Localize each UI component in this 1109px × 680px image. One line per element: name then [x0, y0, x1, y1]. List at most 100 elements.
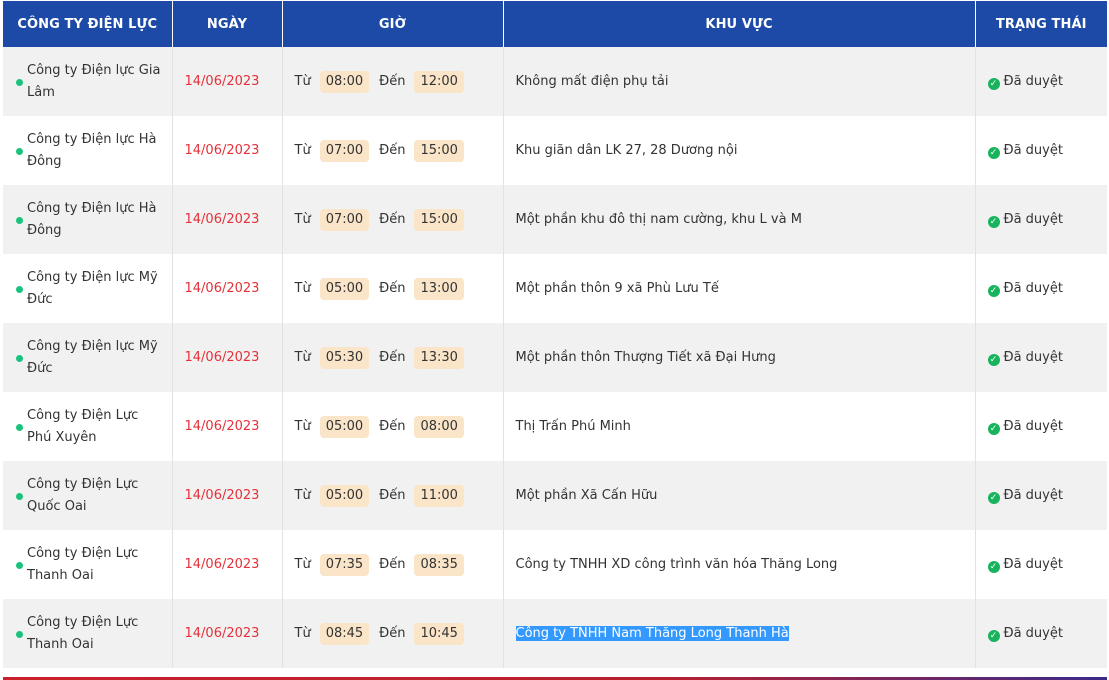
date-cell: 14/06/2023: [171, 47, 283, 116]
start-time-badge: 07:00: [319, 208, 370, 231]
status-label: Đã duyệt: [1003, 73, 1063, 89]
to-label: Đến: [379, 625, 406, 641]
table-row: Công ty Điện Lực Phú Xuyên 14/06/2023 Từ 05…: [3, 392, 1107, 461]
to-label: Đến: [379, 487, 406, 503]
company-cell: Công ty Điện lực Hà Đông: [3, 185, 173, 254]
column-header-area: KHU VỰC: [502, 1, 976, 47]
time-cell: Từ 08:00 Đến 12:00: [281, 47, 504, 116]
date-cell: 14/06/2023: [171, 254, 283, 323]
to-label: Đến: [379, 142, 406, 158]
outage-date: 14/06/2023: [184, 212, 260, 227]
date-cell: 14/06/2023: [171, 461, 283, 530]
check-circle-icon: ✓: [987, 284, 1000, 297]
status-label: Đã duyệt: [1003, 487, 1063, 503]
time-cell: Từ 05:30 Đến 13:30: [281, 323, 504, 392]
table-row: Công ty Điện lực Hà Đông 14/06/2023 Từ 07:0…: [3, 116, 1107, 185]
column-header-company: CÔNG TY ĐIỆN LỰC: [3, 1, 173, 47]
area-text: Công ty TNHH XD công trình văn hóa Thăng…: [515, 557, 838, 572]
company-cell: Công ty Điện lực Mỹ Đức: [3, 323, 173, 392]
area-cell: Công ty TNHH XD công trình văn hóa Thăng…: [502, 530, 976, 599]
outage-date: 14/06/2023: [184, 350, 260, 365]
column-header-time: GIỜ: [281, 1, 504, 47]
start-time-badge: 08:00: [319, 70, 370, 93]
status-cell: ✓ Đã duyệt: [974, 392, 1107, 461]
status-cell: ✓ Đã duyệt: [974, 254, 1107, 323]
from-label: Từ: [294, 211, 311, 227]
outage-date: 14/06/2023: [184, 281, 260, 296]
end-time-badge: 13:30: [414, 346, 464, 369]
date-cell: 14/06/2023: [171, 185, 283, 254]
status-dot-icon: [16, 216, 23, 224]
from-label: Từ: [294, 418, 311, 434]
start-time-badge: 05:00: [319, 415, 370, 438]
date-cell: 14/06/2023: [171, 599, 283, 668]
status-cell: ✓ Đã duyệt: [974, 47, 1107, 116]
table-header-row: CÔNG TY ĐIỆN LỰC NGÀY GIỜ KHU VỰC TRẠNG …: [3, 1, 1107, 47]
check-circle-icon: ✓: [987, 77, 1000, 90]
end-time-badge: 08:00: [414, 415, 464, 438]
outage-date: 14/06/2023: [184, 626, 260, 641]
company-name: Công ty Điện Lực Thanh Oai: [27, 614, 139, 652]
start-time-badge: 05:00: [319, 277, 370, 300]
status-label: Đã duyệt: [1003, 625, 1063, 641]
area-cell: Một phần khu đô thị nam cường, khu L và …: [502, 185, 976, 254]
column-header-status: TRẠNG THÁI: [974, 1, 1107, 47]
company-cell: Công ty Điện lực Hà Đông: [3, 116, 173, 185]
area-text: Một phần Xã Cấn Hữu: [515, 488, 658, 503]
to-label: Đến: [379, 211, 406, 227]
time-cell: Từ 07:00 Đến 15:00: [281, 185, 504, 254]
status-dot-icon: [16, 492, 23, 500]
table-row: Công ty Điện lực Gia Lâm 14/06/2023 Từ 08:0…: [3, 47, 1107, 116]
outage-date: 14/06/2023: [184, 488, 260, 503]
check-circle-icon: ✓: [987, 215, 1000, 228]
table-row: Công ty Điện Lực Quốc Oai 14/06/2023 Từ 05:…: [3, 461, 1107, 530]
from-label: Từ: [294, 625, 311, 641]
status-dot-icon: [16, 630, 23, 638]
company-cell: Công ty Điện Lực Phú Xuyên: [3, 392, 173, 461]
area-cell: Một phần Xã Cấn Hữu: [502, 461, 976, 530]
status-label: Đã duyệt: [1003, 280, 1063, 296]
area-text: Một phần khu đô thị nam cường, khu L và …: [515, 212, 802, 227]
status-dot-icon: [16, 147, 23, 155]
time-cell: Từ 07:00 Đến 15:00: [281, 116, 504, 185]
company-cell: Công ty Điện Lực Quốc Oai: [3, 461, 173, 530]
status-cell: ✓ Đã duyệt: [974, 461, 1107, 530]
date-cell: 14/06/2023: [171, 530, 283, 599]
check-circle-icon: ✓: [987, 146, 1000, 159]
start-time-badge: 08:45: [319, 622, 370, 645]
to-label: Đến: [379, 418, 406, 434]
company-cell: Công ty Điện lực Mỹ Đức: [3, 254, 173, 323]
status-cell: ✓ Đã duyệt: [974, 323, 1107, 392]
area-text: Không mất điện phụ tải: [515, 74, 669, 89]
status-label: Đã duyệt: [1003, 418, 1063, 434]
end-time-badge: 13:00: [414, 277, 464, 300]
table-row: Công ty Điện Lực Thanh Oai 14/06/2023 Từ 08…: [3, 599, 1107, 668]
column-header-date: NGÀY: [171, 1, 283, 47]
time-cell: Từ 05:00 Đến 11:00: [281, 461, 504, 530]
date-cell: 14/06/2023: [171, 116, 283, 185]
to-label: Đến: [379, 556, 406, 572]
check-circle-icon: ✓: [987, 422, 1000, 435]
table-row: Công ty Điện Lực Thanh Oai 14/06/2023 Từ 07…: [3, 530, 1107, 599]
time-cell: Từ 05:00 Đến 13:00: [281, 254, 504, 323]
time-cell: Từ 07:35 Đến 08:35: [281, 530, 504, 599]
from-label: Từ: [294, 349, 311, 365]
check-circle-icon: ✓: [987, 629, 1000, 642]
from-label: Từ: [294, 142, 311, 158]
status-label: Đã duyệt: [1003, 211, 1063, 227]
company-cell: Công ty Điện lực Gia Lâm: [3, 47, 173, 116]
to-label: Đến: [379, 73, 406, 89]
end-time-badge: 15:00: [414, 208, 464, 231]
from-label: Từ: [294, 556, 311, 572]
area-text: Khu giãn dân LK 27, 28 Dương nội: [515, 143, 738, 158]
from-label: Từ: [294, 487, 311, 503]
table-row: Công ty Điện lực Mỹ Đức 14/06/2023 Từ 05:30…: [3, 323, 1107, 392]
start-time-badge: 07:00: [319, 139, 370, 162]
outage-date: 14/06/2023: [184, 419, 260, 434]
status-label: Đã duyệt: [1003, 556, 1063, 572]
area-text: Một phần thôn Thượng Tiết xã Đại Hưng: [515, 350, 776, 365]
area-cell: Không mất điện phụ tải: [502, 47, 976, 116]
outage-date: 14/06/2023: [184, 143, 260, 158]
end-time-badge: 08:35: [414, 553, 464, 576]
table-row: Công ty Điện lực Mỹ Đức 14/06/2023 Từ 05:00…: [3, 254, 1107, 323]
